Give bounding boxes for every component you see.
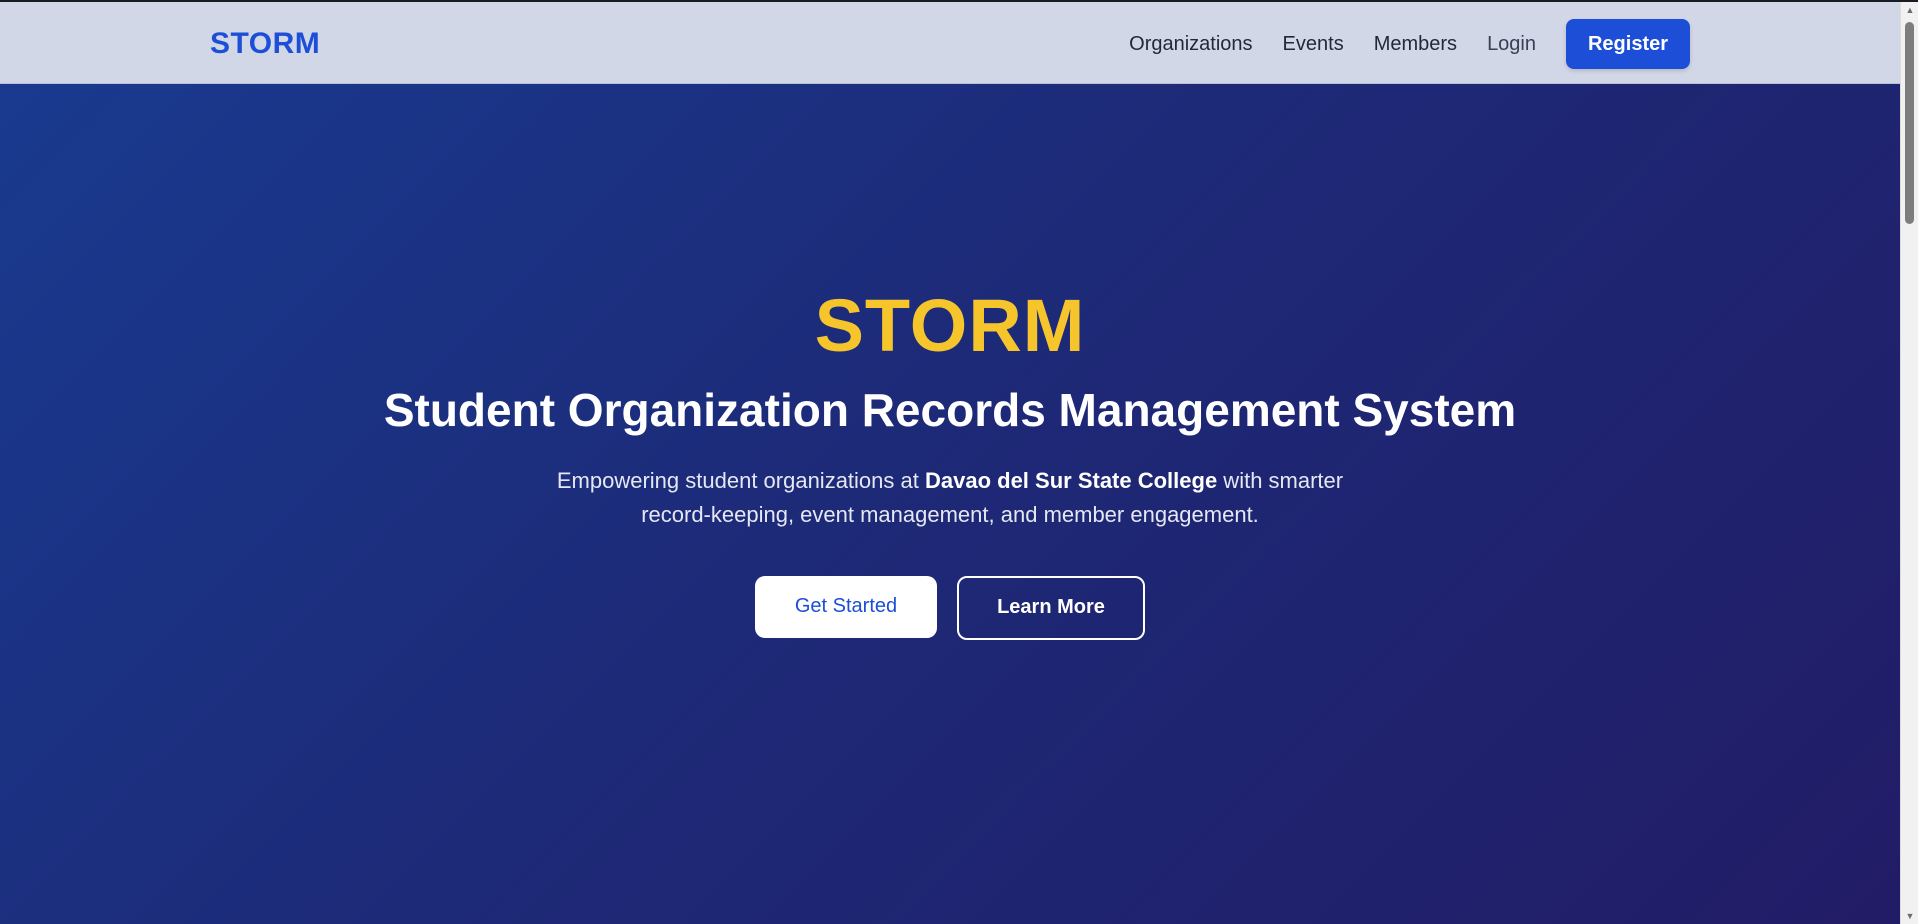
scroll-up-arrow-icon[interactable]: ▲ — [1901, 2, 1918, 18]
nav-link-organizations[interactable]: Organizations — [1129, 33, 1252, 56]
hero-section: STORM Student Organization Records Manag… — [0, 84, 1900, 924]
nav-link-events[interactable]: Events — [1283, 33, 1344, 56]
nav-link-login[interactable]: Login — [1487, 33, 1536, 56]
vertical-scrollbar[interactable]: ▲ ▼ — [1900, 2, 1918, 924]
register-button[interactable]: Register — [1566, 19, 1690, 69]
nav-link-members[interactable]: Members — [1374, 33, 1457, 56]
hero-actions: Get Started Learn More — [0, 575, 1900, 640]
hero-subtitle: Student Organization Records Management … — [383, 384, 1517, 436]
hero-title: STORM — [814, 284, 1086, 367]
scrollbar-thumb[interactable] — [1905, 22, 1914, 224]
hero-description: Empowering student organizations at Dava… — [550, 464, 1350, 532]
get-started-button[interactable]: Get Started — [755, 575, 937, 638]
nav-links: Organizations Events Members Login Regis… — [1099, 19, 1690, 69]
browser-viewport: STORM Organizations Events Members Login… — [0, 2, 1900, 924]
brand-logo[interactable]: STORM — [210, 27, 320, 61]
hero-description-college: Davao del Sur State College — [924, 467, 1218, 493]
top-navbar: STORM Organizations Events Members Login… — [0, 2, 1900, 84]
hero-description-prefix: Empowering student organizations at — [556, 467, 925, 493]
hero-content: STORM Student Organization Records Manag… — [0, 289, 1900, 640]
scroll-down-arrow-icon[interactable]: ▼ — [1901, 908, 1918, 924]
learn-more-button[interactable]: Learn More — [957, 575, 1145, 640]
